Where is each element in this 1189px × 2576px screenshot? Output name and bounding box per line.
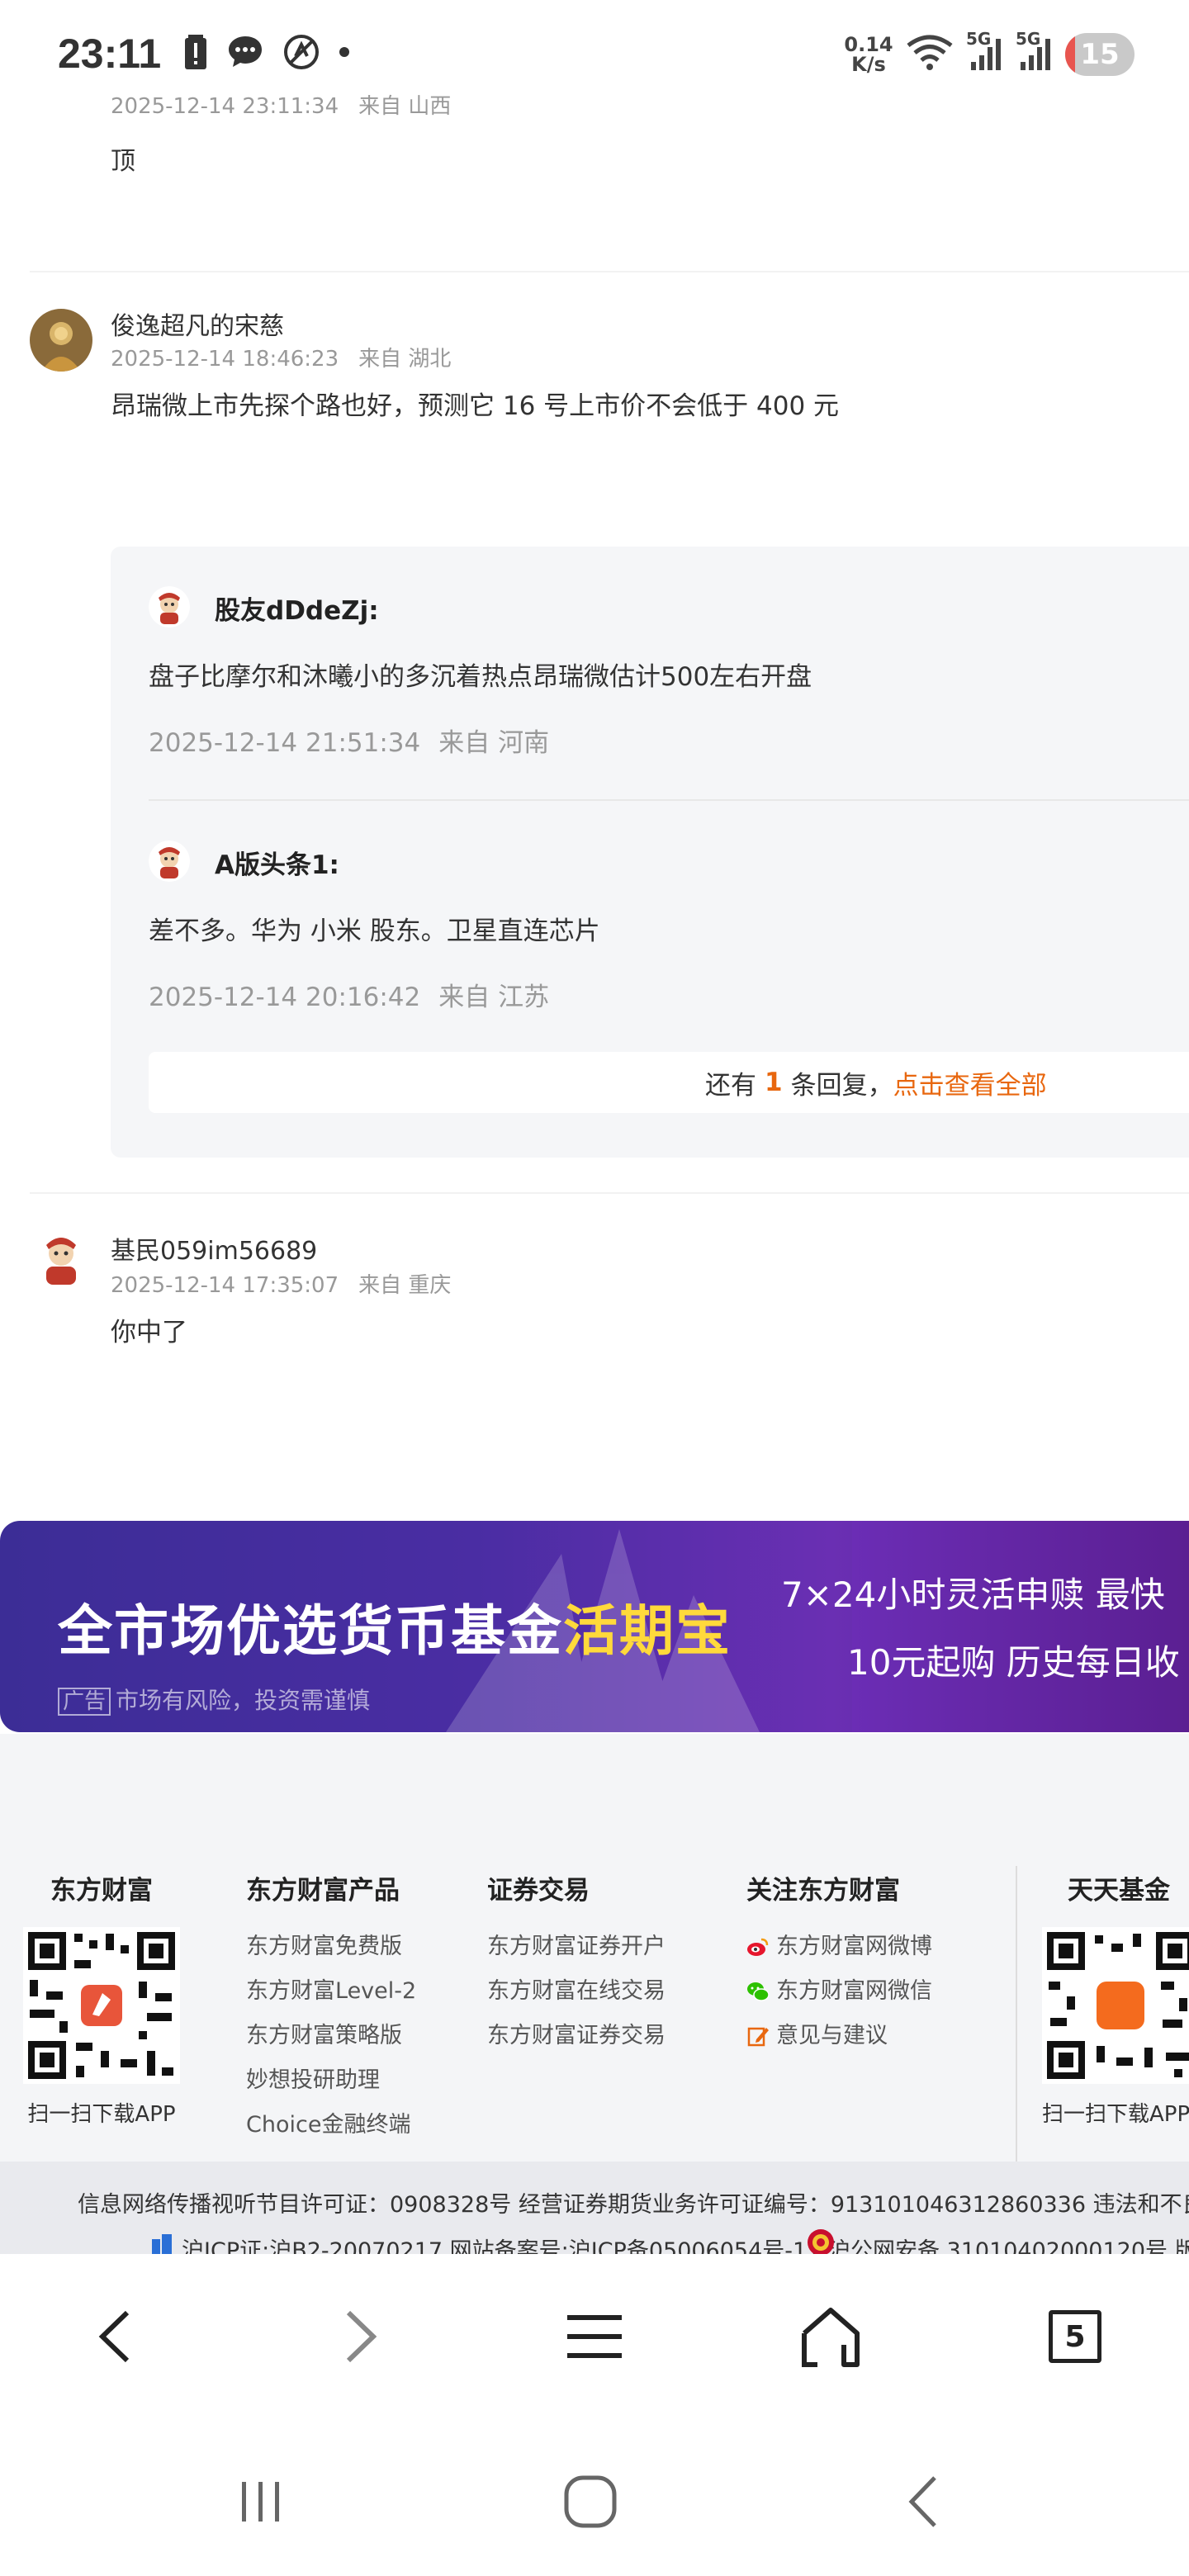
ad-title: 全市场优选货币基金活期宝 bbox=[58, 1599, 732, 1663]
system-navigation-bar bbox=[0, 2419, 1189, 2576]
app-qr-code[interactable] bbox=[23, 1927, 180, 2087]
comment-username[interactable]: 俊逸超凡的宋慈 bbox=[111, 305, 284, 342]
forward-button[interactable] bbox=[319, 2295, 401, 2378]
comment-text: 你中了 bbox=[111, 1318, 187, 1347]
recent-apps-icon bbox=[242, 2482, 279, 2522]
footer-link[interactable]: 东方财富证券交易 bbox=[487, 2014, 666, 2058]
back-arrow-icon bbox=[908, 2476, 936, 2527]
reply-avatar[interactable] bbox=[149, 586, 190, 627]
status-time: 23:11 bbox=[58, 31, 162, 77]
home-icon bbox=[802, 2308, 860, 2367]
tab-count: 5 bbox=[1049, 2310, 1101, 2363]
divider bbox=[30, 1192, 1189, 1194]
reply-avatar[interactable] bbox=[149, 841, 190, 882]
signal-icon-2: 5G bbox=[1016, 29, 1054, 75]
comment-meta: 2025-12-14 17:35:07 来自 重庆 bbox=[111, 1273, 452, 1298]
menu-button[interactable] bbox=[553, 2295, 636, 2378]
reply-meta: 2025-12-14 20:16:42 来自 江苏 bbox=[149, 983, 550, 1012]
footer-wechat-link[interactable]: 东方财富网微信 bbox=[746, 1969, 932, 2014]
site-footer: 东方财富 扫一扫下载APP 东方财富产品 东方财富免费版 东方财富Level-2… bbox=[0, 1734, 1189, 2221]
view-all-link[interactable]: 点击查看全部 bbox=[893, 1064, 1047, 1101]
battery-alert-icon bbox=[183, 33, 208, 71]
reply-username[interactable]: 股友dDdeZj: bbox=[215, 590, 379, 627]
no-disturb-icon bbox=[282, 33, 320, 71]
footer-link[interactable]: 东方财富在线交易 bbox=[487, 1969, 666, 2014]
browser-toolbar: 5 bbox=[0, 2254, 1189, 2419]
wechat-icon bbox=[747, 1982, 770, 2001]
weibo-icon bbox=[747, 1938, 769, 1956]
comment-meta: 2025-12-14 23:11:34 来自 山西 bbox=[111, 94, 452, 119]
divider bbox=[149, 799, 1189, 801]
footer-products-column: 东方财富产品 东方财富免费版 东方财富Level-2 东方财富策略版 妙想投研助… bbox=[246, 1869, 416, 2147]
recent-apps-button[interactable] bbox=[223, 2469, 297, 2535]
reply-text: 差不多。华为 小米 股东。卫星直连芯片 bbox=[149, 916, 600, 946]
footer-app-title: 东方财富 bbox=[50, 1876, 153, 1906]
ad-line-1: 7×24小时灵活申赎 最快 bbox=[781, 1574, 1165, 1615]
edit-icon bbox=[747, 2027, 769, 2047]
license-bar: 信息网络传播视听节目许可证：0908328号 经营证券期货业务许可证编号：913… bbox=[0, 2162, 1189, 2254]
view-all-replies-button[interactable]: 还有 1 条回复， 点击查看全部 bbox=[149, 1052, 1189, 1113]
message-icon bbox=[226, 33, 264, 71]
footer-trade-column: 证券交易 东方财富证券开户 东方财富在线交易 东方财富证券交易 bbox=[487, 1869, 666, 2058]
home-circle-icon bbox=[564, 2475, 617, 2528]
ad-right-panel bbox=[852, 1521, 1189, 1732]
reply-meta: 2025-12-14 21:51:34 来自 河南 bbox=[149, 728, 550, 758]
ad-line-2: 10元起购 历史每日收 bbox=[847, 1642, 1180, 1683]
footer-weibo-link[interactable]: 东方财富网微博 bbox=[746, 1925, 932, 1969]
ad-banner[interactable]: 全市场优选货币基金活期宝 7×24小时灵活申赎 最快 10元起购 历史每日收 广… bbox=[0, 1521, 1189, 1732]
ad-disclaimer: 广告 市场有风险，投资需谨慎 bbox=[58, 1683, 370, 1716]
comment-list: 2025-12-14 23:11:34 来自 山西 顶 俊逸超凡的宋慈 2025-… bbox=[0, 83, 1189, 1499]
home-button[interactable] bbox=[789, 2295, 872, 2378]
back-button[interactable] bbox=[74, 2295, 157, 2378]
tabs-button[interactable]: 5 bbox=[1034, 2295, 1116, 2378]
footer-fund-column: 天天基金 bbox=[1049, 1869, 1189, 1925]
battery-indicator: 15 bbox=[1065, 33, 1135, 76]
avatar[interactable] bbox=[30, 1225, 92, 1288]
reply-box: 股友dDdeZj: 盘子比摩尔和沐曦小的多沉着热点昂瑞微估计500左右开盘 20… bbox=[111, 547, 1189, 1158]
footer-link[interactable]: Choice金融终端 bbox=[246, 2103, 416, 2147]
footer-follow-title: 关注东方财富 bbox=[746, 1876, 900, 1906]
fund-qr-caption: 扫一扫下载APP bbox=[1042, 2102, 1189, 2127]
reply-item: A版头条1: 差不多。华为 小米 股东。卫星直连芯片 2025-12-14 20… bbox=[149, 839, 1189, 1012]
dot-icon bbox=[339, 46, 350, 58]
footer-products-title: 东方财富产品 bbox=[246, 1876, 400, 1906]
license-line-2: 沪ICP证:沪B2-20070217 网站备案号:沪ICP备05006054号-… bbox=[182, 2238, 1189, 2254]
police-badge-icon bbox=[808, 2229, 834, 2254]
building-icon bbox=[152, 2234, 172, 2254]
comment-meta: 2025-12-14 18:46:23 来自 湖北 bbox=[111, 347, 452, 372]
license-line-1: 信息网络传播视听节目许可证：0908328号 经营证券期货业务许可证编号：913… bbox=[78, 2192, 1189, 2218]
reply-text: 盘子比摩尔和沐曦小的多沉着热点昂瑞微估计500左右开盘 bbox=[149, 662, 812, 692]
footer-link[interactable]: 东方财富策略版 bbox=[246, 2014, 416, 2058]
footer-link[interactable]: 东方财富免费版 bbox=[246, 1925, 416, 1969]
network-speed: 0.14 K/s bbox=[844, 33, 893, 76]
footer-fund-title: 天天基金 bbox=[1068, 1876, 1170, 1906]
comment-username[interactable]: 基民059im56689 bbox=[111, 1230, 317, 1267]
footer-link[interactable]: 妙想投研助理 bbox=[246, 2058, 416, 2103]
chevron-left-icon bbox=[98, 2310, 130, 2363]
footer-link[interactable]: 东方财富Level-2 bbox=[246, 1969, 416, 2014]
signal-icon-1: 5G bbox=[966, 29, 1004, 75]
footer-link[interactable]: 东方财富证券开户 bbox=[487, 1925, 666, 1969]
reply-username[interactable]: A版头条1: bbox=[215, 844, 339, 881]
footer-feedback-link[interactable]: 意见与建议 bbox=[746, 2014, 932, 2058]
wifi-icon bbox=[905, 34, 955, 75]
divider bbox=[30, 271, 1189, 272]
fund-qr-code[interactable] bbox=[1042, 1927, 1189, 2087]
avatar[interactable] bbox=[30, 309, 92, 372]
footer-app-column: 东方财富 bbox=[48, 1869, 155, 1925]
menu-icon bbox=[567, 2315, 622, 2358]
comment-text: 顶 bbox=[111, 147, 135, 176]
footer-follow-column: 关注东方财富 东方财富网微博 东方财富网微信 意见与建议 bbox=[746, 1869, 932, 2058]
system-home-button[interactable] bbox=[553, 2469, 628, 2535]
reply-item: 股友dDdeZj: 盘子比摩尔和沐曦小的多沉着热点昂瑞微估计500左右开盘 20… bbox=[149, 585, 1189, 758]
system-back-button[interactable] bbox=[887, 2469, 961, 2535]
app-qr-caption: 扫一扫下载APP bbox=[27, 2102, 176, 2127]
footer-trade-title: 证券交易 bbox=[487, 1876, 590, 1906]
chevron-right-icon bbox=[346, 2310, 377, 2363]
comment-text: 昂瑞微上市先探个路也好，预测它 16 号上市价不会低于 400 元 bbox=[111, 391, 840, 421]
